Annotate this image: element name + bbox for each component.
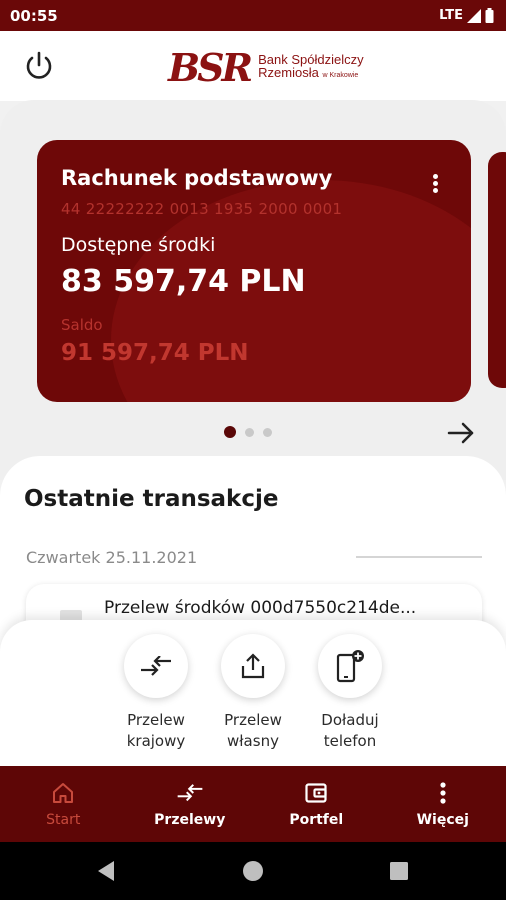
account-number: 44 22222222 0013 1935 2000 0001 (61, 200, 343, 218)
account-card[interactable]: Rachunek podstawowy 44 22222222 0013 193… (37, 140, 471, 402)
logo-text: Bank Spółdzielczy Rzemiosła w Krakowie (258, 53, 364, 82)
section-title: Ostatnie transakcje (24, 486, 279, 512)
transaction-label: Przelew środków 000d7550c214de... (104, 598, 417, 618)
upload-icon (221, 634, 285, 698)
transfer-arrows-icon (124, 634, 188, 698)
nav-label: Przelewy (154, 812, 226, 828)
quick-actions-panel: Przelew krajowy Przelew własny Doładuj tele… (0, 620, 506, 766)
logo-line2-small: w Krakowie (322, 71, 359, 79)
battery-icon (485, 8, 494, 23)
transfer-arrows-icon (177, 784, 203, 802)
pager-dot-active[interactable] (224, 426, 236, 438)
nav-wallet[interactable]: Portfel (253, 766, 380, 842)
wallet-icon (305, 783, 327, 803)
divider (356, 556, 482, 558)
quick-action-phone-topup[interactable]: Doładuj telefon (300, 634, 400, 752)
signal-icon (467, 8, 481, 23)
carousel-pager (224, 426, 272, 438)
home-icon (53, 783, 74, 803)
network-type: LTE (439, 8, 463, 23)
available-funds-label: Dostępne środki (61, 234, 216, 256)
transaction-date: Czwartek 25.11.2021 (26, 548, 198, 567)
home-button-icon[interactable] (240, 858, 266, 884)
back-icon[interactable] (94, 858, 120, 884)
bank-logo: BSR Bank Spółdzielczy Rzemiosła w Krakow… (168, 43, 364, 91)
recents-icon[interactable] (386, 858, 412, 884)
quick-action-label: Przelew krajowy (126, 711, 186, 750)
more-vertical-icon (440, 782, 446, 804)
phone-topup-icon (318, 634, 382, 698)
available-funds-amount: 83 597,74 PLN (61, 264, 306, 299)
logo-line2-main: Rzemiosła (258, 64, 319, 80)
quick-action-label: Przelew własny (224, 711, 282, 750)
nav-label: Start (46, 812, 81, 828)
balance-label: Saldo (61, 316, 103, 334)
app-header: BSR Bank Spółdzielczy Rzemiosła w Krakow… (0, 31, 506, 101)
balance-amount: 91 597,74 PLN (61, 340, 249, 366)
arrow-right-icon[interactable] (446, 418, 476, 448)
quick-action-label: Doładuj telefon (321, 711, 379, 750)
logo-mark: BSR (168, 44, 253, 90)
nav-start[interactable]: Start (0, 766, 127, 842)
bottom-navigation: Start Przelewy Portfel Więcej (0, 766, 506, 842)
nav-label: Portfel (289, 812, 344, 828)
logo-line2: Rzemiosła w Krakowie (258, 66, 364, 82)
status-icons: LTE (439, 8, 494, 23)
status-bar: 00:55 LTE (0, 0, 506, 31)
quick-action-own-transfer[interactable]: Przelew własny (203, 634, 303, 752)
card-menu-icon[interactable] (427, 174, 443, 196)
status-time: 00:55 (10, 6, 58, 25)
account-title: Rachunek podstawowy (61, 166, 333, 190)
nav-transfers[interactable]: Przelewy (127, 766, 254, 842)
pager-dot[interactable] (263, 427, 272, 437)
quick-action-domestic-transfer[interactable]: Przelew krajowy (106, 634, 206, 752)
next-account-card-peek[interactable] (488, 152, 506, 388)
logout-power-icon[interactable] (22, 49, 56, 83)
pager-dot[interactable] (245, 427, 254, 437)
nav-more[interactable]: Więcej (380, 766, 506, 842)
nav-label: Więcej (416, 812, 469, 828)
system-navigation-bar (0, 842, 506, 900)
